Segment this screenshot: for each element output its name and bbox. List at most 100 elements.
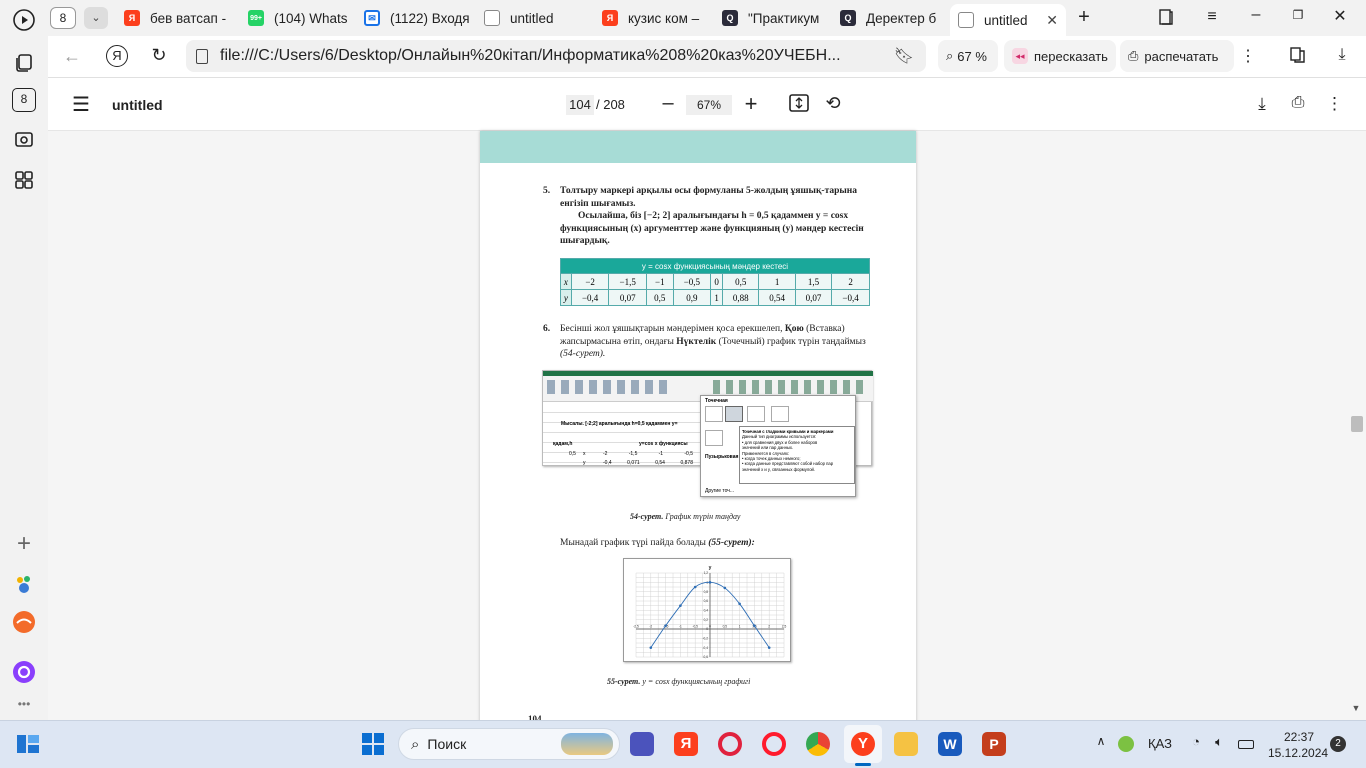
y-tick-label: 0,8 [704, 590, 709, 594]
restore-icon[interactable]: ❐ [1288, 8, 1308, 28]
minimize-icon[interactable]: – [1246, 6, 1266, 26]
close-window-icon[interactable]: ✕ [1330, 6, 1350, 26]
zoom-out-icon[interactable]: – [658, 92, 678, 116]
item6-part: Бесінші жол ұяшықтарын мәндерімен қоса е… [560, 324, 785, 334]
yandex-browser-icon[interactable]: Я [674, 732, 698, 756]
retell-button[interactable]: ◂◂ пересказать [1004, 40, 1116, 72]
opera-gx-icon[interactable] [762, 732, 786, 756]
menu-icon[interactable]: ☰ [70, 92, 92, 116]
excel-cell: -1 [658, 451, 664, 457]
word-icon[interactable]: W [938, 732, 962, 756]
page-zoom-button[interactable]: ⌕ 67 % [938, 40, 998, 72]
start-windows-icon[interactable] [362, 733, 384, 755]
x-tick-label: 1 [739, 625, 741, 629]
play-circle-icon[interactable] [12, 8, 36, 32]
bookmark-icon[interactable]: 🔖︎ [894, 46, 914, 66]
tray-chevron-icon[interactable]: ∧ [1094, 734, 1108, 752]
scroll-down-icon[interactable]: ▼ [1349, 703, 1363, 715]
table-cell: 1,5 [794, 273, 833, 290]
yandex-active-icon[interactable]: Y [851, 732, 875, 756]
y-tick-label: 0,6 [704, 599, 709, 603]
yandex-logo-icon[interactable]: Я [106, 45, 128, 67]
downloads-icon[interactable]: ⤓ [1332, 46, 1352, 66]
search-label: Поиск [427, 736, 467, 752]
apps-grid-icon[interactable] [12, 168, 36, 192]
tab-label: untitled [984, 12, 1028, 28]
chrome-icon[interactable] [806, 732, 830, 756]
scrollbar-thumb[interactable] [1351, 416, 1363, 432]
tab-4[interactable]: untitled [484, 4, 588, 32]
tab-8-active[interactable]: untitled ✕ [950, 4, 1066, 36]
table-cell: −0,5 [672, 273, 712, 290]
table-cell: −0,4 [831, 289, 870, 306]
orange-app-icon[interactable] [12, 610, 36, 634]
tab-3[interactable]: ✉ (1122) Входя [364, 4, 472, 32]
clock-date[interactable]: 15.12.2024 [1268, 746, 1328, 760]
more-dots-icon[interactable]: ••• [12, 692, 36, 716]
taskbar-search[interactable]: ⌕ Поиск [398, 728, 620, 760]
collections-icon[interactable] [1156, 8, 1176, 28]
fit-page-icon[interactable] [788, 94, 810, 114]
alice-hand-icon[interactable] [12, 572, 36, 596]
copy-icon[interactable] [12, 50, 36, 74]
alice-icon[interactable] [12, 660, 36, 684]
tab-counter-icon[interactable]: 8 [12, 88, 36, 112]
add-icon[interactable]: + [12, 532, 36, 556]
print-page-button[interactable]: ⎙ распечатать [1120, 40, 1234, 72]
item5-paragraph: Осылайша, біз [−2; 2] аралығындағы h = 0… [560, 211, 864, 246]
language-indicator[interactable]: ҚАЗ [1148, 736, 1172, 751]
file-icon [958, 12, 974, 28]
powerpoint-icon[interactable]: P [982, 732, 1006, 756]
page-number-input[interactable]: 104 [566, 95, 594, 115]
window-menu-icon[interactable]: ≡ [1202, 8, 1222, 28]
clock-time[interactable]: 22:37 [1284, 730, 1314, 744]
opera-icon[interactable] [718, 732, 742, 756]
wifi-icon[interactable]: ◔ [1188, 734, 1204, 752]
more-vertical-icon[interactable]: ⋮ [1326, 94, 1343, 114]
tab-5[interactable]: Якузис ком – [602, 4, 714, 32]
tab-list-chevron-icon[interactable]: ⌄ [84, 7, 108, 29]
line55-text: Мынадай график түрі пайда болады [560, 538, 709, 548]
tab-2[interactable]: 99+ (104) Whats [248, 4, 352, 32]
tab-7[interactable]: Q Деректер б [840, 4, 946, 32]
new-tab-icon[interactable]: + [1072, 6, 1096, 30]
tray-app-icon[interactable] [1118, 736, 1134, 752]
tab-6[interactable]: Q "Практикум [722, 4, 828, 32]
table-cell: −1,5 [608, 273, 648, 290]
excel-h-value: 0,5 [569, 451, 576, 457]
volume-icon[interactable]: 🔈︎ [1210, 734, 1228, 752]
back-arrow-icon[interactable]: ← [62, 46, 82, 66]
rotate-icon[interactable]: ⟲ [822, 93, 844, 115]
widgets-icon[interactable] [16, 733, 40, 755]
refresh-icon[interactable]: ↻ [148, 45, 170, 67]
notification-badge[interactable]: 2 [1330, 736, 1346, 752]
battery-icon[interactable] [1238, 740, 1254, 749]
retell-icon: ◂◂ [1012, 48, 1028, 64]
file-explorer-icon[interactable] [894, 732, 918, 756]
table-cell: 0,88 [722, 289, 760, 306]
excel-x-label: x [583, 451, 586, 457]
print-icon[interactable]: ⎙ [1288, 94, 1308, 114]
excel-cell: -0,4 [603, 460, 612, 466]
zoom-input[interactable]: 67% [686, 95, 732, 115]
bookmarks-icon[interactable] [1288, 46, 1308, 66]
more-vertical-icon[interactable]: ⋮ [1240, 46, 1256, 66]
tab-count-button[interactable]: 8 [50, 7, 76, 29]
excel-cell: 0,071 [627, 460, 640, 466]
zoom-magnifier-icon: ⌕ [946, 48, 954, 63]
scatter-curve-chart-icon [747, 406, 765, 422]
tab-label: (1122) Входя [390, 10, 470, 26]
close-tab-icon[interactable]: ✕ [1046, 12, 1058, 29]
screenshot-icon[interactable] [12, 128, 36, 152]
ribbon-buttons [713, 380, 863, 394]
table-y-label: y [560, 289, 572, 306]
url-field[interactable]: file:///C:/Users/6/Desktop/Онлайын%20кіт… [186, 40, 926, 72]
zoom-in-icon[interactable]: + [740, 91, 762, 116]
tab-label: кузис ком – [628, 10, 700, 26]
y-tick-label: 0,2 [704, 618, 709, 622]
q-app-icon: Q [840, 10, 856, 26]
data-point [738, 602, 741, 606]
teams-icon[interactable] [630, 732, 654, 756]
tab-1[interactable]: Ябев ватсап - [124, 4, 234, 32]
download-icon[interactable]: ⤓ [1252, 94, 1272, 114]
